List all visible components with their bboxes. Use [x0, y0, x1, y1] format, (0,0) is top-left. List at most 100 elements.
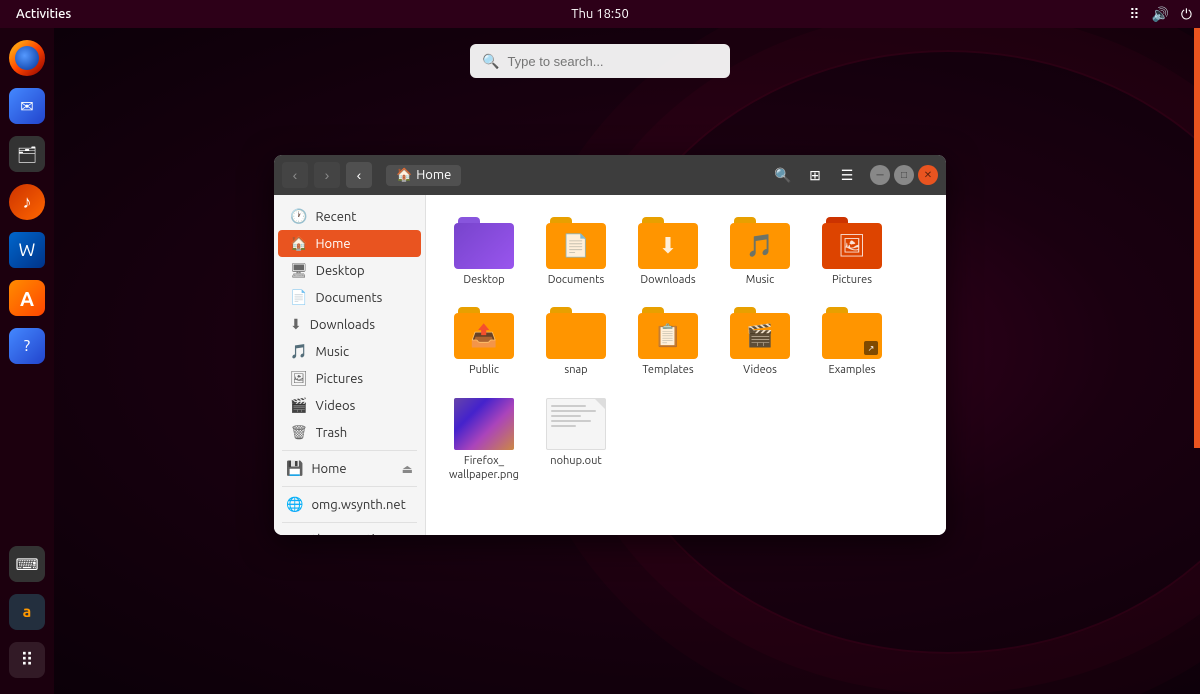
dock-item-terminal[interactable]: ⌨	[5, 542, 49, 586]
maximize-button[interactable]: □	[894, 165, 914, 185]
file-area: Desktop 📄 Documents	[426, 195, 946, 535]
file-grid: Desktop 📄 Documents	[442, 211, 930, 488]
downloads-label: Downloads	[640, 273, 695, 287]
file-manager-window: ‹ › ‹ 🏠 Home 🔍 ⊞ ☰ ─ □ ✕ 🕐 Recent	[274, 155, 946, 535]
app-dock: ✉ 🗂 ♪ W A ? ⌨ a ⠿	[0, 28, 54, 694]
other-locations-icon: +	[286, 532, 294, 535]
sidebar-label-downloads: Downloads	[310, 318, 375, 332]
videos-icon: 🎬	[290, 397, 307, 414]
public-label: Public	[469, 363, 499, 377]
sidebar-item-desktop[interactable]: 🖥 Desktop	[278, 257, 421, 284]
network-icon[interactable]: ⠿	[1129, 6, 1139, 23]
pictures-label: Pictures	[832, 273, 872, 287]
sidebar-other-label: Other Locations	[302, 533, 396, 535]
search-bar: 🔍	[470, 44, 730, 78]
firefox-wallpaper-thumbnail	[454, 398, 514, 450]
sidebar-label-trash: Trash	[316, 426, 347, 440]
sidebar-divider-1	[282, 450, 417, 451]
sidebar-other-locations[interactable]: + Other Locations	[274, 527, 425, 535]
examples-label: Examples	[828, 363, 875, 377]
sidebar-label-recent: Recent	[315, 210, 356, 224]
sidebar-label-documents: Documents	[315, 291, 382, 305]
sidebar-item-downloads[interactable]: ⬇ Downloads	[278, 311, 421, 338]
firefox-wallpaper-preview	[454, 398, 514, 450]
titlebar: ‹ › ‹ 🏠 Home 🔍 ⊞ ☰ ─ □ ✕	[274, 155, 946, 195]
search-toggle-button[interactable]: 🔍	[770, 162, 796, 188]
documents-label: Documents	[548, 273, 605, 287]
view-menu-button[interactable]: ☰	[834, 162, 860, 188]
parent-dir-button[interactable]: ‹	[346, 162, 372, 188]
sidebar-label-home: Home	[315, 237, 350, 251]
forward-button[interactable]: ›	[314, 162, 340, 188]
sidebar-item-trash[interactable]: 🗑 Trash	[278, 419, 421, 446]
close-button[interactable]: ✕	[918, 165, 938, 185]
sidebar-label-desktop: Desktop	[316, 264, 365, 278]
help-icon: ?	[9, 328, 45, 364]
file-item-music[interactable]: 🎵 Music	[718, 211, 802, 293]
clock: Thu 18:50	[571, 7, 629, 21]
minimize-button[interactable]: ─	[870, 165, 890, 185]
sidebar-item-documents[interactable]: 📄 Documents	[278, 284, 421, 311]
search-icon: 🔍	[482, 53, 499, 70]
file-item-public[interactable]: 📤 Public	[442, 301, 526, 383]
volume-icon[interactable]: 🔊	[1151, 6, 1168, 23]
file-item-nohup[interactable]: nohup.out	[534, 392, 618, 489]
firefox-wallpaper-label: Firefox_wallpaper.png	[449, 454, 519, 483]
file-item-pictures[interactable]: 🖼 Pictures	[810, 211, 894, 293]
file-item-videos[interactable]: 🎬 Videos	[718, 301, 802, 383]
firefox-icon	[9, 40, 45, 76]
sidebar-item-pictures[interactable]: 🖼 Pictures	[278, 365, 421, 392]
terminal-icon: ⌨	[9, 546, 45, 582]
file-item-examples[interactable]: ↗ Examples	[810, 301, 894, 383]
topbar: Activities Thu 18:50 ⠿ 🔊 ⏻	[0, 0, 1200, 28]
music-folder-icon: 🎵	[730, 217, 790, 269]
dock-item-rhythmbox[interactable]: ♪	[5, 180, 49, 224]
videos-folder-icon: 🎬	[730, 307, 790, 359]
file-item-desktop[interactable]: Desktop	[442, 211, 526, 293]
music-icon: 🎵	[290, 343, 307, 360]
downloads-folder-icon: ⬇	[638, 217, 698, 269]
window-content: 🕐 Recent 🏠 Home 🖥 Desktop 📄 Documents ⬇ …	[274, 195, 946, 535]
sidebar-network-omg[interactable]: 🌐 omg.wsynth.net	[274, 491, 425, 518]
power-icon[interactable]: ⏻	[1181, 6, 1192, 23]
desktop-folder-icon	[454, 217, 514, 269]
network-drive-icon: 🌐	[286, 496, 303, 513]
dock-item-show-apps[interactable]: ⠿	[5, 638, 49, 682]
dock-item-files[interactable]: 🗂	[5, 132, 49, 176]
home-breadcrumb-label: Home	[416, 168, 451, 182]
documents-icon: 📄	[290, 289, 307, 306]
file-item-templates[interactable]: 📋 Templates	[626, 301, 710, 383]
dock-item-software[interactable]: A	[5, 276, 49, 320]
search-input[interactable]	[507, 54, 718, 69]
sidebar-label-videos: Videos	[315, 399, 355, 413]
dock-item-amazon[interactable]: a	[5, 590, 49, 634]
notification-strip	[1194, 28, 1200, 448]
sidebar-item-recent[interactable]: 🕐 Recent	[278, 203, 421, 230]
sidebar-device-home[interactable]: 💾 Home ⏏	[274, 455, 425, 482]
sidebar-item-videos[interactable]: 🎬 Videos	[278, 392, 421, 419]
desktop-icon: 🖥	[290, 262, 308, 279]
public-folder-icon: 📤	[454, 307, 514, 359]
activities-button[interactable]: Activities	[8, 7, 79, 21]
dock-item-thunderbird[interactable]: ✉	[5, 84, 49, 128]
snap-folder-icon	[546, 307, 606, 359]
show-apps-icon: ⠿	[9, 642, 45, 678]
file-item-downloads[interactable]: ⬇ Downloads	[626, 211, 710, 293]
sidebar-item-music[interactable]: 🎵 Music	[278, 338, 421, 365]
sidebar: 🕐 Recent 🏠 Home 🖥 Desktop 📄 Documents ⬇ …	[274, 195, 426, 535]
file-item-firefox-wallpaper[interactable]: Firefox_wallpaper.png	[442, 392, 526, 489]
titlebar-actions: 🔍 ⊞ ☰	[770, 162, 860, 188]
snap-label: snap	[564, 363, 587, 377]
file-item-snap[interactable]: snap	[534, 301, 618, 383]
breadcrumb-home[interactable]: 🏠 Home	[386, 165, 461, 186]
nohup-file-icon	[546, 398, 606, 450]
back-button[interactable]: ‹	[282, 162, 308, 188]
dock-item-help[interactable]: ?	[5, 324, 49, 368]
view-grid-button[interactable]: ⊞	[802, 162, 828, 188]
dock-item-firefox[interactable]	[5, 36, 49, 80]
file-item-documents[interactable]: 📄 Documents	[534, 211, 618, 293]
sidebar-item-home[interactable]: 🏠 Home	[278, 230, 421, 257]
eject-button[interactable]: ⏏	[402, 462, 413, 476]
dock-item-libreoffice[interactable]: W	[5, 228, 49, 272]
music-label: Music	[746, 273, 774, 287]
